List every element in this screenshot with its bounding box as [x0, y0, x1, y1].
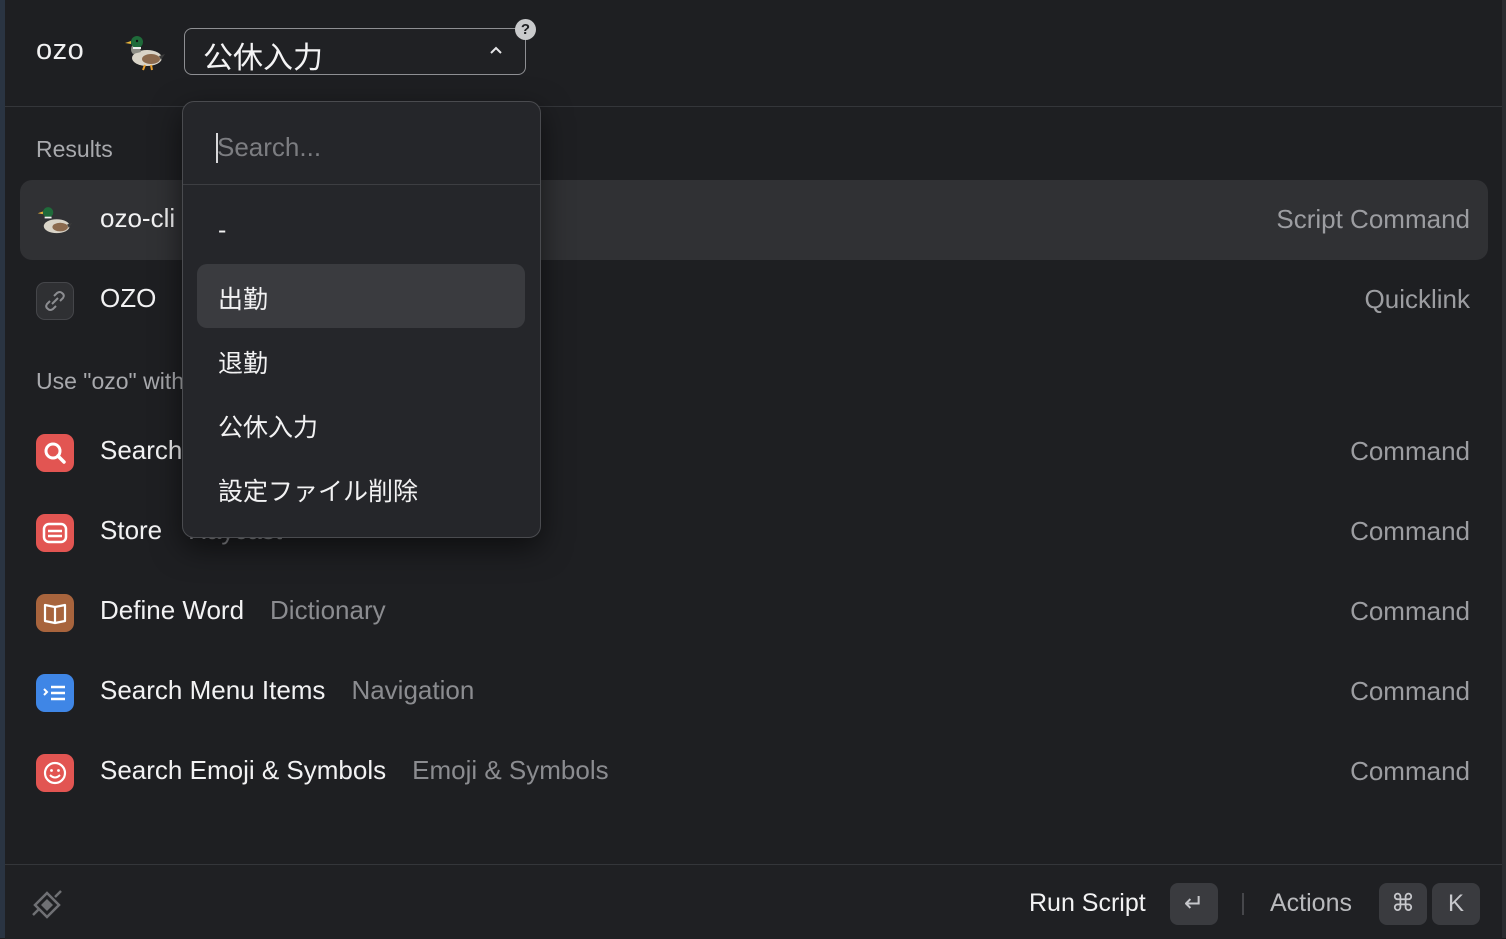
- list-item-define-word[interactable]: Define Word Dictionary Command: [20, 572, 1488, 652]
- action-bar: Run Script ↵ Actions ⌘ K: [5, 864, 1502, 939]
- item-title: Search Menu Items Navigation: [100, 675, 475, 705]
- link-icon: [36, 282, 74, 320]
- item-subtitle: Navigation: [351, 675, 475, 705]
- dropdown-option-highlighted[interactable]: 出勤: [197, 264, 525, 328]
- raycast-logo-icon: [32, 890, 62, 919]
- item-accessory: Command: [1350, 516, 1470, 546]
- header-bar: ozo 公休入力 ?: [5, 0, 1502, 107]
- list-item-search-menu-items[interactable]: Search Menu Items Navigation Command: [20, 652, 1488, 732]
- dropdown-search[interactable]: Search...: [183, 102, 540, 185]
- menu-list-icon: [36, 674, 74, 712]
- duck-icon: [125, 36, 165, 71]
- item-title: Search Emoji & Symbols Emoji & Symbols: [100, 755, 609, 785]
- item-title: Define Word Dictionary: [100, 595, 386, 625]
- item-accessory: Command: [1350, 436, 1470, 466]
- chevron-up-icon: [490, 46, 502, 54]
- search-icon: [36, 434, 74, 472]
- item-accessory: Quicklink: [1364, 284, 1470, 314]
- help-icon[interactable]: ?: [515, 19, 536, 40]
- smiley-icon: [36, 754, 74, 792]
- book-icon: [36, 594, 74, 632]
- command-name: ozo: [36, 34, 85, 66]
- dropdown-option[interactable]: 設定ファイル削除: [197, 456, 525, 520]
- dropdown-option[interactable]: 公休入力: [197, 392, 525, 456]
- window-edge: [1502, 0, 1506, 938]
- item-title: OZO: [100, 283, 157, 313]
- actions-button[interactable]: Actions: [1270, 889, 1352, 918]
- launcher-window: ozo 公休入力 ? Results ozo-cli Script Comman…: [5, 0, 1502, 939]
- dropdown-value: 公休入力: [203, 42, 323, 75]
- item-title: ozo-cli: [100, 203, 176, 233]
- store-icon: [36, 514, 74, 552]
- enter-key-hint: ↵: [1170, 883, 1218, 925]
- dropdown-menu: Search... - 出勤 退勤 公休入力 設定ファイル削除: [182, 101, 541, 538]
- dropdown-option[interactable]: 退勤: [197, 328, 525, 392]
- duck-icon: [37, 207, 73, 234]
- section-use-with: Use "ozo" with...: [36, 368, 204, 394]
- item-accessory: Command: [1350, 596, 1470, 626]
- argument-dropdown[interactable]: 公休入力: [184, 28, 526, 75]
- k-key-hint: K: [1432, 883, 1480, 925]
- item-accessory: Script Command: [1276, 204, 1470, 234]
- dropdown-option[interactable]: -: [197, 200, 525, 264]
- item-subtitle: Emoji & Symbols: [412, 755, 609, 785]
- section-results: Results: [36, 136, 113, 162]
- item-accessory: Command: [1350, 676, 1470, 706]
- footer-divider: [1242, 893, 1244, 915]
- item-subtitle: Dictionary: [270, 595, 386, 625]
- run-script-button[interactable]: Run Script: [1029, 889, 1146, 918]
- item-accessory: Command: [1350, 756, 1470, 786]
- search-input[interactable]: Search...: [217, 132, 321, 163]
- list-item-search-emoji[interactable]: Search Emoji & Symbols Emoji & Symbols Co…: [20, 732, 1488, 812]
- cmd-key-hint: ⌘: [1379, 883, 1427, 925]
